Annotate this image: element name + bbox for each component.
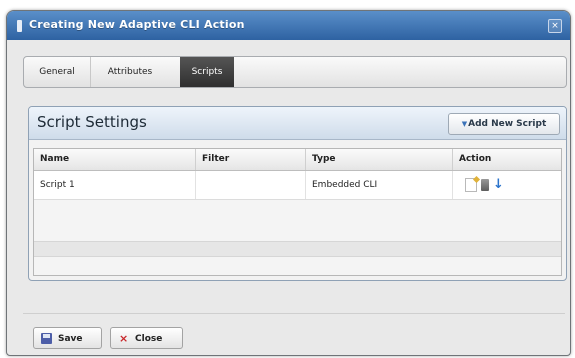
cell-name: Script 1: [34, 171, 196, 199]
action-icons: ↓: [459, 171, 561, 199]
script-settings-panel: Script Settings ▼Add New Script Name Fil…: [28, 106, 567, 281]
cell-type: Embedded CLI: [306, 171, 453, 199]
close-button[interactable]: × Close: [110, 327, 183, 349]
tab-general[interactable]: General: [24, 57, 91, 87]
add-new-script-label: Add New Script: [468, 119, 547, 129]
cell-filter: [196, 171, 306, 199]
dropdown-arrow-icon: ▼: [461, 120, 468, 128]
close-window-icon[interactable]: ×: [548, 19, 562, 33]
table-row[interactable]: Script 1 Embedded CLI ↓: [34, 171, 561, 200]
table-header: Name Filter Type Action: [34, 149, 561, 171]
footer-divider: [23, 313, 565, 314]
dialog-window: Creating New Adaptive CLI Action × Gener…: [6, 10, 571, 356]
column-header-action[interactable]: Action: [453, 149, 561, 170]
save-label: Save: [58, 334, 83, 344]
column-header-name[interactable]: Name: [34, 149, 196, 170]
title-bar[interactable]: Creating New Adaptive CLI Action ×: [7, 11, 570, 40]
arrow-down-icon[interactable]: ↓: [493, 178, 504, 191]
close-label: Close: [135, 334, 163, 344]
tab-attributes[interactable]: Attributes: [91, 57, 169, 87]
add-new-script-button[interactable]: ▼Add New Script: [448, 113, 560, 135]
edit-icon[interactable]: [465, 178, 477, 192]
column-header-type[interactable]: Type: [306, 149, 453, 170]
column-header-filter[interactable]: Filter: [196, 149, 306, 170]
save-disk-icon: [41, 333, 52, 344]
tab-scripts[interactable]: Scripts: [180, 57, 234, 87]
tab-bar: General Attributes Scripts: [23, 56, 567, 88]
window-icon: [17, 20, 22, 32]
table-empty-band: [34, 241, 561, 257]
cell-action: ↓: [453, 171, 561, 199]
panel-title: Script Settings: [37, 113, 147, 131]
scripts-table: Name Filter Type Action Script 1 Embedde…: [33, 148, 562, 276]
close-icon: ×: [119, 332, 129, 345]
trash-icon[interactable]: [481, 179, 489, 191]
panel-header: Script Settings ▼Add New Script: [29, 107, 566, 140]
window-title: Creating New Adaptive CLI Action: [29, 18, 245, 31]
save-button[interactable]: Save: [33, 327, 102, 349]
